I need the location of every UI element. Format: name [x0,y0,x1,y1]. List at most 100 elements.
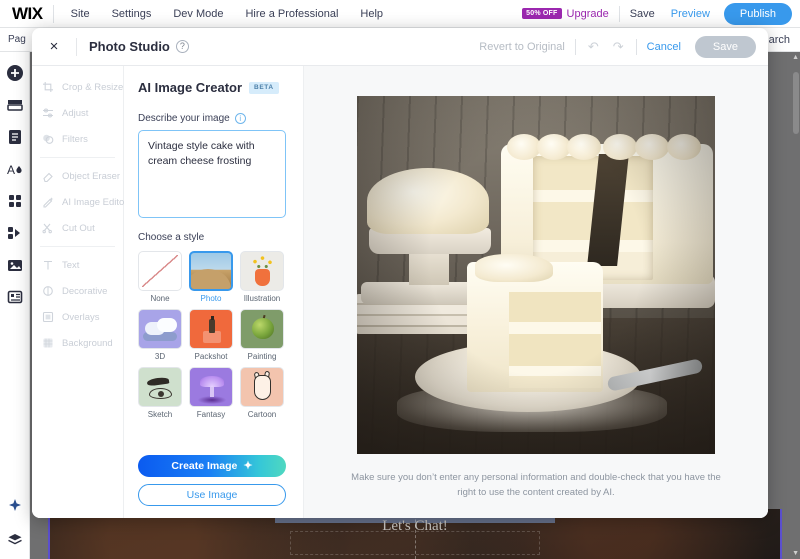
page-title: Photo Studio [89,39,170,54]
scroll-up-arrow[interactable]: ▲ [792,54,799,61]
wix-logo[interactable]: WIX [0,5,53,22]
sidebar-item-label: AI Image Editor [62,196,128,208]
my-uploads-icon[interactable] [6,256,24,274]
editor-search-label[interactable]: arch [769,34,790,46]
pages-icon[interactable] [6,128,24,146]
divider [574,38,576,55]
menu-item-settings[interactable]: Settings [101,0,163,28]
ai-image-editor-icon [42,196,54,208]
scroll-down-arrow[interactable]: ▼ [792,550,799,557]
beta-badge: BETA [249,81,279,94]
cut-out-icon [42,222,54,234]
cancel-button[interactable]: Cancel [647,41,681,53]
menu-item-hire-a-professional[interactable]: Hire a Professional [234,0,349,28]
layers-icon[interactable] [6,96,24,114]
sidebar-item-text[interactable]: Text [32,252,123,278]
theme-icon[interactable]: A [6,160,24,178]
style-thumbnail-cartoon [240,367,284,407]
create-image-button[interactable]: Create Image ✦ [138,455,286,477]
style-grid: None Photo Illustration 3D Packshot Pain… [138,251,289,419]
style-option-cartoon[interactable]: Cartoon [240,367,284,419]
editor-left-rail: A [0,52,30,559]
editor-top-bar: WIX Site Settings Dev Mode Hire a Profes… [0,0,800,28]
sidebar-item-label: Decorative [62,285,108,297]
svg-text:A: A [7,163,15,177]
ai-assistant-icon[interactable] [6,497,24,515]
prompt-input[interactable] [138,130,286,218]
editor-top-right-actions: 50% OFF Upgrade Save Preview Publish [522,2,800,25]
revert-to-original-button[interactable]: Revert to Original [479,41,565,53]
sidebar-item-filters[interactable]: Filters [32,126,123,152]
divider [618,5,620,22]
info-icon[interactable]: i [234,113,246,124]
sidebar-item-ai-image-editor[interactable]: AI Image Editor [32,189,127,215]
menu-item-site[interactable]: Site [60,0,101,28]
style-thumbnail-illustration [240,251,284,291]
style-option-photo[interactable]: Photo [189,251,233,303]
close-icon[interactable]: × [44,38,64,55]
save-button[interactable]: Save [694,35,756,58]
image-preview-area: Make sure you don’t enter any personal i… [304,66,768,518]
style-option-illustration[interactable]: Illustration [240,251,284,303]
sidebar-item-object-eraser[interactable]: Object Eraser [32,163,123,189]
style-label: Painting [247,352,277,361]
ai-disclaimer: Make sure you don’t enter any personal i… [351,471,721,498]
editor-save-link[interactable]: Save [630,8,655,20]
object-eraser-icon [42,170,54,183]
publish-button[interactable]: Publish [723,2,792,25]
menu-item-dev-mode[interactable]: Dev Mode [162,0,234,28]
style-thumbnail-fantasy [189,367,233,407]
help-icon[interactable]: ? [175,40,189,53]
style-option-painting[interactable]: Painting [240,309,284,361]
style-label: Sketch [147,410,173,419]
upgrade-link[interactable]: Upgrade [567,8,609,20]
style-option-fantasy[interactable]: Fantasy [189,367,233,419]
text-icon [42,259,54,271]
sidebar-item-decorative[interactable]: Decorative [32,278,123,304]
style-label: 3D [154,352,166,361]
redo-icon[interactable]: ↷ [613,39,624,55]
screen: WIX Site Settings Dev Mode Hire a Profes… [0,0,800,559]
style-option-sketch[interactable]: Sketch [138,367,182,419]
sidebar-item-crop-resize[interactable]: Crop & Resize [32,74,123,100]
blog-icon[interactable] [6,288,24,306]
style-label: Illustration [243,294,281,303]
canvas-scrollbar[interactable]: ▲ ▼ [792,52,800,559]
editor-preview-link[interactable]: Preview [671,8,710,20]
promo-badge: 50% OFF [522,8,562,19]
sidebar-item-label: Background [62,337,113,349]
style-thumbnail-none [138,251,182,291]
sidebar-item-cut-out[interactable]: Cut Out [32,215,123,241]
generated-image[interactable] [357,96,715,454]
sidebar-item-adjust[interactable]: Adjust [32,100,123,126]
style-label: Cartoon [247,410,277,419]
menu-item-help[interactable]: Help [349,0,394,28]
sidebar-item-background[interactable]: Background [32,330,123,356]
modal-header: × Photo Studio ? Revert to Original ↶ ↷ … [32,28,768,66]
tools-sidebar: Crop & Resize Adjust Filters Object Eras… [32,66,127,518]
style-option-3d[interactable]: 3D [138,309,182,361]
sidebar-item-label: Overlays [62,311,100,323]
layers-stack-icon[interactable] [6,531,24,549]
style-label: None [150,294,170,303]
style-option-none[interactable]: None [138,251,182,303]
adjust-sliders-icon [42,107,54,119]
style-thumbnail-3d [138,309,182,349]
sidebar-item-overlays[interactable]: Overlays [32,304,123,330]
use-image-button[interactable]: Use Image [138,484,286,506]
ai-panel-header: AI Image Creator BETA [138,80,289,95]
style-thumbnail-photo [189,251,233,291]
use-image-label: Use Image [186,489,238,501]
style-label: Fantasy [196,410,226,419]
photo-studio-modal: × Photo Studio ? Revert to Original ↶ ↷ … [32,28,768,518]
undo-icon[interactable]: ↶ [588,39,599,55]
style-option-packshot[interactable]: Packshot [189,309,233,361]
apps-icon[interactable] [6,192,24,210]
add-icon[interactable] [6,64,24,82]
pages-menu-label[interactable]: Pag [0,34,26,45]
overlays-icon [42,311,54,323]
create-image-label: Create Image [171,460,238,472]
scrollbar-thumb[interactable] [793,72,799,134]
describe-label: Describe your image [138,113,230,124]
media-manager-icon[interactable] [6,224,24,242]
